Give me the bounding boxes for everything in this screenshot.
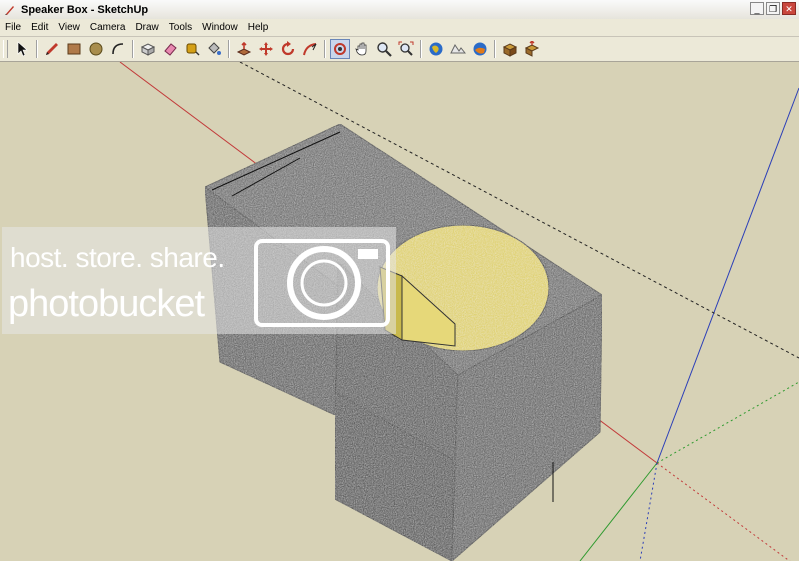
model-viewport[interactable]: host. store. share. photobucket — [0, 62, 799, 561]
toggle-terrain-icon — [450, 44, 466, 54]
rotate-tool-button[interactable] — [278, 39, 298, 59]
select-icon — [17, 41, 28, 57]
pan-tool-button[interactable] — [352, 39, 372, 59]
menu-edit[interactable]: Edit — [26, 22, 53, 33]
menu-window[interactable]: Window — [197, 22, 243, 33]
zoom-extents-tool-button[interactable] — [396, 39, 416, 59]
green-axis-line — [579, 462, 658, 561]
rotate-icon — [281, 41, 295, 56]
circle-icon — [89, 42, 103, 56]
rectangle-tool-button[interactable] — [64, 39, 84, 59]
push-pull-tool-button[interactable] — [234, 39, 254, 59]
menu-view[interactable]: View — [53, 22, 85, 33]
minimize-icon: _ — [754, 4, 760, 14]
menu-help[interactable]: Help — [243, 22, 274, 33]
make-component-button[interactable] — [138, 39, 158, 59]
restore-icon: ❐ — [768, 4, 778, 14]
blue-axis-dotted — [639, 462, 658, 561]
pencil-tool-button[interactable] — [42, 39, 62, 59]
toolbar-separator — [228, 40, 230, 58]
menu-bar: File Edit View Camera Draw Tools Window … — [0, 19, 799, 37]
tape-measure-icon — [186, 43, 200, 56]
menu-draw[interactable]: Draw — [130, 22, 163, 33]
toolbar-grip[interactable] — [3, 40, 8, 58]
blue-axis-line — [656, 87, 799, 464]
menu-tools[interactable]: Tools — [164, 22, 197, 33]
get-models-button[interactable] — [500, 39, 520, 59]
speaker-box-model[interactable] — [204, 123, 603, 561]
restore-button[interactable]: ❐ — [766, 2, 780, 15]
arc-tool-button[interactable] — [108, 39, 128, 59]
select-tool-button[interactable] — [12, 39, 32, 59]
menu-file[interactable]: File — [0, 22, 26, 33]
toolbar-separator — [132, 40, 134, 58]
rectangle-icon — [67, 43, 81, 55]
preview-google-earth-icon — [473, 42, 487, 56]
zoom-extents-icon — [398, 41, 414, 56]
orbit-tool-button[interactable] — [330, 39, 350, 59]
title-bar: Speaker Box - SketchUp _ ❐ ✕ — [0, 0, 799, 20]
toolbar-separator — [36, 40, 38, 58]
sketchup-app-icon — [5, 5, 14, 15]
orbit-icon — [334, 43, 346, 55]
eraser-tool-button[interactable] — [160, 39, 180, 59]
move-tool-button[interactable] — [256, 39, 276, 59]
toggle-terrain-button[interactable] — [448, 39, 468, 59]
green-axis-dotted — [656, 381, 799, 464]
pencil-icon — [46, 43, 58, 55]
preview-google-earth-button[interactable] — [470, 39, 490, 59]
zoom-icon — [377, 42, 392, 57]
add-location-button[interactable] — [426, 39, 446, 59]
menu-camera[interactable]: Camera — [85, 22, 131, 33]
add-location-icon — [429, 42, 443, 56]
move-icon — [259, 42, 273, 56]
red-axis-dotted — [656, 462, 791, 561]
window-title: Speaker Box - SketchUp — [21, 3, 149, 16]
toolbar-separator — [324, 40, 326, 58]
close-button[interactable]: ✕ — [782, 2, 796, 15]
make-component-icon — [140, 43, 156, 56]
paint-bucket-icon — [208, 42, 221, 55]
close-icon: ✕ — [785, 4, 793, 14]
follow-me-icon — [303, 43, 317, 56]
paint-bucket-tool-button[interactable] — [204, 39, 224, 59]
pan-icon — [355, 42, 367, 56]
watermark-brand: photobucket — [8, 283, 205, 325]
circle-tool-button[interactable] — [86, 39, 106, 59]
push-pull-icon — [236, 41, 252, 56]
tape-measure-tool-button[interactable] — [182, 39, 202, 59]
toolbar-separator — [420, 40, 422, 58]
zoom-tool-button[interactable] — [374, 39, 394, 59]
photobucket-watermark: host. store. share. photobucket — [2, 227, 396, 334]
main-toolbar — [0, 37, 799, 62]
share-model-button[interactable] — [522, 39, 542, 59]
minimize-button[interactable]: _ — [750, 2, 764, 15]
toolbar-separator — [494, 40, 496, 58]
share-model-icon — [524, 41, 540, 57]
follow-me-tool-button[interactable] — [300, 39, 320, 59]
arc-icon — [112, 43, 124, 55]
watermark-tagline: host. store. share. — [10, 242, 225, 273]
get-models-icon — [502, 43, 518, 57]
camera-watermark-icon — [254, 239, 390, 327]
eraser-icon — [164, 43, 177, 56]
